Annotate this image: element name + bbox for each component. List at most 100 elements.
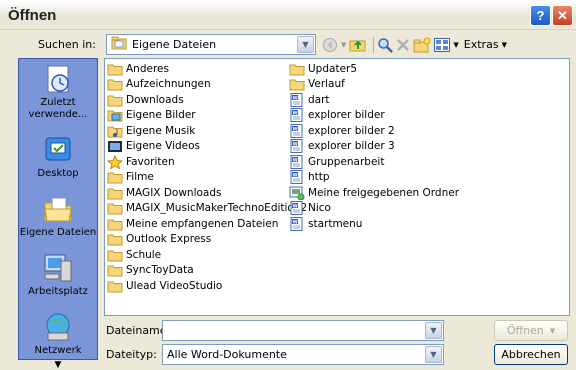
- lookin-combo[interactable]: Eigene Dateien ▼: [106, 34, 316, 55]
- filename-dropdown-button[interactable]: ▼: [425, 322, 442, 339]
- file-name: Eigene Musik: [126, 124, 196, 137]
- filetype-label: Dateityp:: [106, 348, 157, 361]
- file-list-item[interactable]: Outlook Express: [107, 232, 307, 248]
- file-list-item[interactable]: Wdart: [289, 92, 459, 108]
- title-bar: Öffnen ? ✕: [0, 0, 576, 30]
- search-web-button[interactable]: [377, 35, 394, 55]
- file-list-item[interactable]: Verlauf: [289, 77, 459, 93]
- filetype-dropdown-button[interactable]: ▼: [425, 346, 442, 363]
- file-name: Favoriten: [126, 155, 175, 168]
- file-list-item[interactable]: Schule: [107, 247, 307, 263]
- folder-icon: [107, 186, 123, 200]
- file-name: Aufzeichnungen: [126, 78, 211, 91]
- file-list-item[interactable]: Wexplorer bilder: [289, 108, 459, 124]
- file-name: Verlauf: [308, 78, 345, 91]
- folder-icon: [107, 201, 123, 215]
- file-list-item[interactable]: W Gruppenarbeit: [289, 154, 459, 170]
- file-list-item[interactable]: Wexplorer bilder 2: [289, 123, 459, 139]
- place-recent[interactable]: Zuletzt verwende...: [19, 63, 97, 121]
- file-column-2: Updater5 Verlauf Wdart Wexplorer bilder Wexp…: [289, 61, 459, 232]
- folder-icon: [107, 279, 123, 293]
- file-list-item[interactable]: Anderes: [107, 61, 307, 77]
- delete-button[interactable]: [396, 35, 410, 55]
- folder-icon: [107, 217, 123, 231]
- file-name: Filme: [126, 171, 154, 184]
- search-icon: [378, 37, 394, 53]
- new-folder-button[interactable]: [413, 35, 431, 55]
- close-button[interactable]: ✕: [552, 5, 573, 26]
- filetype-value: Alle Word-Dokumente: [167, 348, 287, 361]
- lookin-dropdown-button[interactable]: ▼: [297, 36, 314, 53]
- file-name: http: [308, 171, 330, 184]
- help-button[interactable]: ?: [530, 5, 551, 26]
- place-desktop[interactable]: Desktop: [19, 134, 97, 180]
- file-list-item[interactable]: Wstartmenu: [289, 216, 459, 232]
- file-name: dart: [308, 93, 330, 106]
- file-list-item[interactable]: Eigene Videos: [107, 139, 307, 155]
- file-name: Gruppenarbeit: [308, 155, 385, 168]
- filetype-combo[interactable]: Alle Word-Dokumente ▼: [162, 344, 444, 365]
- chevron-down-icon: ▼: [302, 40, 309, 49]
- file-list-item[interactable]: Favoriten: [106, 154, 307, 170]
- file-list-item[interactable]: Eigene Musik: [107, 123, 307, 139]
- file-list-item[interactable]: Downloads: [107, 92, 307, 108]
- file-name: Eigene Bilder: [126, 109, 196, 122]
- svg-text:W: W: [293, 142, 298, 148]
- file-list-item[interactable]: Whttp: [289, 170, 459, 186]
- chevron-down-icon: ▼: [549, 326, 556, 335]
- file-name: explorer bilder: [308, 109, 385, 122]
- svg-text:W: W: [293, 95, 298, 101]
- filename-combo[interactable]: ▼: [162, 320, 444, 341]
- file-list-item[interactable]: MAGIX_MusicMakerTechnoEdition2: [107, 201, 307, 217]
- place-label: Eigene Dateien: [19, 227, 97, 238]
- file-list-item[interactable]: Wexplorer bilder 3: [289, 139, 459, 155]
- place-network[interactable]: Netzwerk: [19, 311, 97, 357]
- place-label: Zuletzt verwende...: [28, 97, 88, 120]
- worddoc-icon: W: [289, 201, 305, 216]
- places-scroll-down-icon[interactable]: ▼: [55, 360, 62, 370]
- cancel-button[interactable]: Abbrechen: [494, 344, 568, 365]
- folder-icon: [107, 248, 123, 262]
- back-dropdown[interactable]: ▼: [341, 35, 346, 55]
- file-list-item[interactable]: SyncToyData: [107, 263, 307, 279]
- file-list-item[interactable]: W Nico: [289, 201, 459, 217]
- views-dropdown[interactable]: ▼: [453, 35, 458, 55]
- file-list-item[interactable]: Filme: [107, 170, 307, 186]
- file-list-item[interactable]: Updater5: [289, 61, 459, 77]
- file-name: MAGIX Downloads: [126, 186, 222, 199]
- folder-icon: [107, 62, 123, 76]
- file-name: Meine empfangenen Dateien: [126, 217, 279, 230]
- window-title: Öffnen: [8, 7, 57, 24]
- pictures-icon: [107, 108, 123, 122]
- open-label: Öffnen: [506, 324, 544, 337]
- up-folder-button[interactable]: [349, 35, 367, 55]
- place-label: Desktop: [37, 168, 79, 179]
- folder-icon: [107, 232, 123, 246]
- svg-text:W: W: [293, 173, 298, 179]
- back-icon: [323, 37, 337, 52]
- chevron-down-icon: ▼: [430, 326, 437, 335]
- views-button[interactable]: [434, 35, 451, 55]
- videos-icon: [107, 139, 123, 153]
- file-list-item[interactable]: Meine freigegebenen Ordner: [289, 185, 459, 201]
- place-my-computer[interactable]: Arbeitsplatz: [19, 252, 97, 298]
- back-button[interactable]: [322, 35, 338, 55]
- file-list-item[interactable]: Meine empfangenen Dateien: [107, 216, 307, 232]
- extras-label: Extras: [463, 38, 499, 51]
- file-list[interactable]: Anderes Aufzeichnungen Downloads Eigene Bil…: [104, 58, 570, 316]
- file-list-item[interactable]: Eigene Bilder: [107, 108, 307, 124]
- shared-icon: [289, 186, 305, 201]
- file-name: Anderes: [126, 62, 169, 75]
- cancel-label: Abbrechen: [501, 348, 561, 361]
- toolbar: ▼ ▼ Extras ▼: [322, 34, 510, 55]
- extras-menu[interactable]: Extras ▼: [464, 35, 507, 55]
- worddoc-icon: W: [289, 154, 305, 169]
- folder-icon: [107, 93, 123, 107]
- open-button[interactable]: Öffnen ▼: [494, 320, 568, 341]
- worddoc-icon: W: [289, 108, 305, 123]
- lookin-label: Suchen in:: [38, 38, 96, 51]
- file-list-item[interactable]: Ulead VideoStudio: [107, 278, 307, 294]
- file-list-item[interactable]: MAGIX Downloads: [107, 185, 307, 201]
- place-my-documents[interactable]: Eigene Dateien: [19, 193, 97, 239]
- file-list-item[interactable]: Aufzeichnungen: [107, 77, 307, 93]
